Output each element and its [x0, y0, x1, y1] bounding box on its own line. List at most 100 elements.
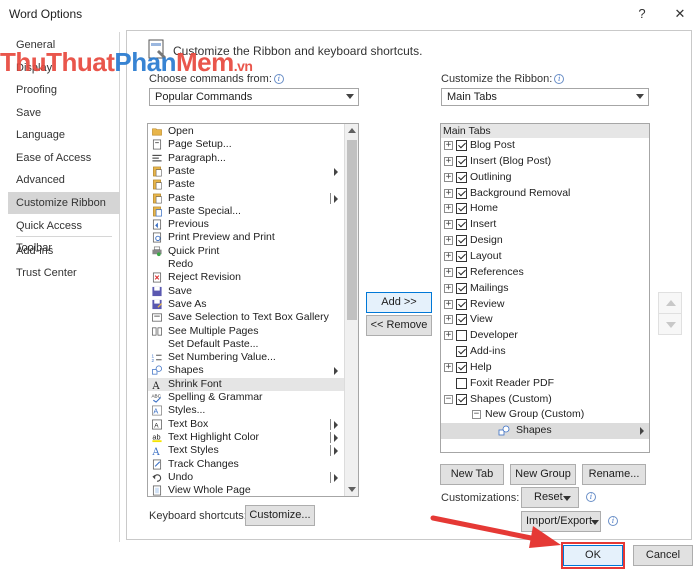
- command-item[interactable]: A Shrink Font: [148, 377, 344, 391]
- tab-checkbox[interactable]: [456, 235, 467, 247]
- info-icon[interactable]: i: [554, 74, 565, 84]
- tab-checkbox[interactable]: [456, 187, 467, 199]
- command-item[interactable]: View Whole Page: [148, 484, 344, 496]
- tab-checkbox[interactable]: [456, 266, 467, 278]
- command-item[interactable]: Set Default Paste...: [148, 338, 344, 351]
- tab-checkbox[interactable]: [456, 171, 467, 183]
- tab-item[interactable]: + Help: [441, 360, 649, 376]
- nav-item-ease-of-access[interactable]: Ease of Access: [8, 147, 120, 169]
- nav-item-add-ins[interactable]: Add-ins: [8, 240, 120, 262]
- expand-icon[interactable]: +: [444, 141, 453, 150]
- expand-icon[interactable]: +: [444, 283, 453, 293]
- add-button[interactable]: Add >>: [366, 292, 432, 313]
- tab-checkbox[interactable]: [456, 377, 467, 389]
- tab-checkbox[interactable]: [456, 219, 467, 231]
- tab-item[interactable]: + Developer: [441, 328, 649, 344]
- command-item[interactable]: Save As: [148, 298, 344, 311]
- expand-icon[interactable]: +: [444, 251, 453, 261]
- command-item[interactable]: Previous: [148, 218, 344, 231]
- tab-checkbox[interactable]: [456, 330, 467, 342]
- tab-item[interactable]: + Insert (Blog Post): [441, 154, 649, 170]
- tab-item[interactable]: + Blog Post: [441, 138, 649, 154]
- nav-item-customize-ribbon[interactable]: Customize Ribbon: [8, 192, 120, 214]
- tab-item[interactable]: + Mailings: [441, 281, 649, 297]
- choose-commands-dropdown[interactable]: Popular Commands: [149, 88, 359, 106]
- expand-icon[interactable]: +: [444, 204, 453, 214]
- close-icon[interactable]: ✕: [668, 4, 692, 24]
- info-icon[interactable]: i: [608, 516, 618, 526]
- move-up-button[interactable]: [658, 292, 682, 314]
- expand-icon[interactable]: +: [444, 331, 453, 341]
- tab-checkbox[interactable]: [456, 298, 467, 310]
- group-item[interactable]: − New Group (Custom): [441, 407, 649, 423]
- rename-button[interactable]: Rename...: [582, 464, 646, 485]
- tab-item[interactable]: + Layout: [441, 249, 649, 265]
- nav-item-save[interactable]: Save: [8, 102, 120, 124]
- expand-icon[interactable]: +: [444, 220, 453, 230]
- tab-item[interactable]: Foxit Reader PDF: [441, 376, 649, 392]
- command-item[interactable]: Paragraph...: [148, 152, 344, 165]
- command-item[interactable]: Save: [148, 285, 344, 298]
- command-item[interactable]: Page Setup...: [148, 138, 344, 151]
- reset-button[interactable]: Reset: [521, 487, 579, 508]
- tab-item[interactable]: + References: [441, 265, 649, 281]
- scroll-thumb[interactable]: [347, 140, 357, 320]
- tab-item[interactable]: + Background Removal: [441, 186, 649, 202]
- tab-item[interactable]: + Design: [441, 233, 649, 249]
- nav-item-advanced[interactable]: Advanced: [8, 169, 120, 191]
- tab-item[interactable]: + View: [441, 312, 649, 328]
- expand-icon[interactable]: +: [444, 172, 453, 182]
- expand-icon[interactable]: +: [444, 299, 453, 309]
- help-icon[interactable]: ?: [630, 4, 654, 24]
- tab-item[interactable]: + Review: [441, 297, 649, 313]
- new-group-button[interactable]: New Group: [510, 464, 576, 485]
- tab-checkbox[interactable]: [456, 155, 467, 167]
- tab-checkbox[interactable]: [456, 393, 467, 405]
- command-item[interactable]: A Styles...: [148, 404, 344, 417]
- command-item[interactable]: Quick Print: [148, 245, 344, 258]
- command-item[interactable]: ABC Spelling & Grammar: [148, 391, 344, 404]
- expand-icon[interactable]: +: [444, 236, 453, 246]
- tab-item[interactable]: + Insert: [441, 217, 649, 233]
- command-item[interactable]: Undo: [148, 471, 344, 484]
- tab-item[interactable]: − Shapes (Custom): [441, 392, 649, 408]
- tab-checkbox[interactable]: [456, 361, 467, 373]
- expand-icon[interactable]: +: [444, 315, 453, 325]
- command-item[interactable]: Reject Revision: [148, 271, 344, 284]
- scroll-down-button[interactable]: [345, 482, 358, 496]
- tab-checkbox[interactable]: [456, 203, 467, 215]
- tab-item[interactable]: + Outlining: [441, 170, 649, 186]
- command-item[interactable]: Paste: [148, 178, 344, 191]
- customize-shortcuts-button[interactable]: Customize...: [245, 505, 315, 526]
- command-item[interactable]: Paste Special...: [148, 205, 344, 218]
- info-icon[interactable]: i: [586, 492, 596, 502]
- command-item[interactable]: Track Changes: [148, 458, 344, 471]
- command-item[interactable]: Save Selection to Text Box Gallery: [148, 311, 344, 324]
- info-icon[interactable]: i: [273, 74, 284, 84]
- nav-item-trust-center[interactable]: Trust Center: [8, 262, 120, 284]
- remove-button[interactable]: << Remove: [366, 315, 432, 336]
- tab-item[interactable]: Add-ins: [441, 344, 649, 360]
- tab-checkbox[interactable]: [456, 346, 467, 358]
- command-item[interactable]: Shapes: [148, 364, 344, 377]
- group-command-item[interactable]: Shapes: [441, 423, 649, 440]
- collapse-icon[interactable]: −: [472, 410, 481, 420]
- command-item[interactable]: Paste: [148, 192, 344, 205]
- command-item[interactable]: Paste: [148, 165, 344, 178]
- cancel-button[interactable]: Cancel: [633, 545, 693, 566]
- nav-item-quick-access-toolbar[interactable]: Quick Access Toolbar: [8, 215, 120, 254]
- command-item[interactable]: Open: [148, 125, 344, 138]
- tab-checkbox[interactable]: [456, 250, 467, 262]
- scroll-up-button[interactable]: [345, 124, 358, 138]
- new-tab-button[interactable]: New Tab: [440, 464, 504, 485]
- command-item[interactable]: See Multiple Pages: [148, 325, 344, 338]
- expand-icon[interactable]: +: [444, 267, 453, 277]
- command-item[interactable]: 1 2 Set Numbering Value...: [148, 351, 344, 364]
- collapse-icon[interactable]: −: [444, 394, 453, 404]
- expand-icon[interactable]: +: [444, 362, 453, 372]
- command-item[interactable]: ab Text Highlight Color: [148, 431, 344, 444]
- nav-item-language[interactable]: Language: [8, 124, 120, 146]
- tab-checkbox[interactable]: [456, 282, 467, 294]
- commands-scrollbar[interactable]: [344, 124, 358, 496]
- command-item[interactable]: Redo: [148, 258, 344, 271]
